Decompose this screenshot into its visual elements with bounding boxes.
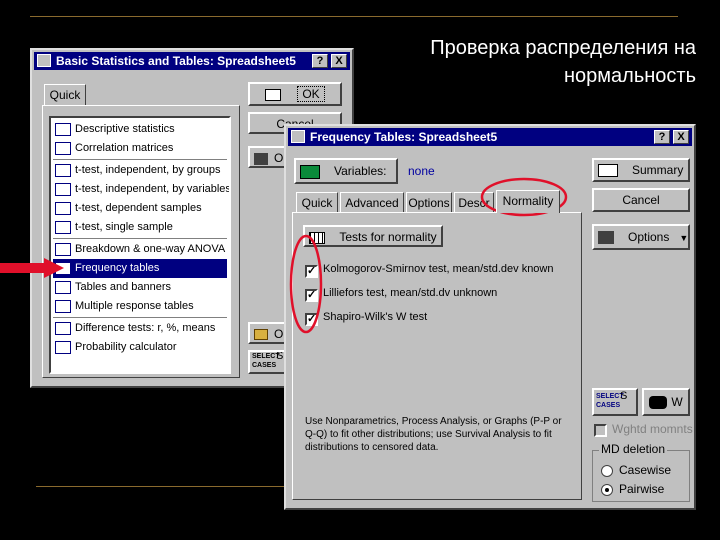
- tab-normality[interactable]: Normality: [496, 190, 560, 213]
- highlight-overlay: [289, 177, 568, 334]
- checkboxes-highlight: [289, 234, 323, 334]
